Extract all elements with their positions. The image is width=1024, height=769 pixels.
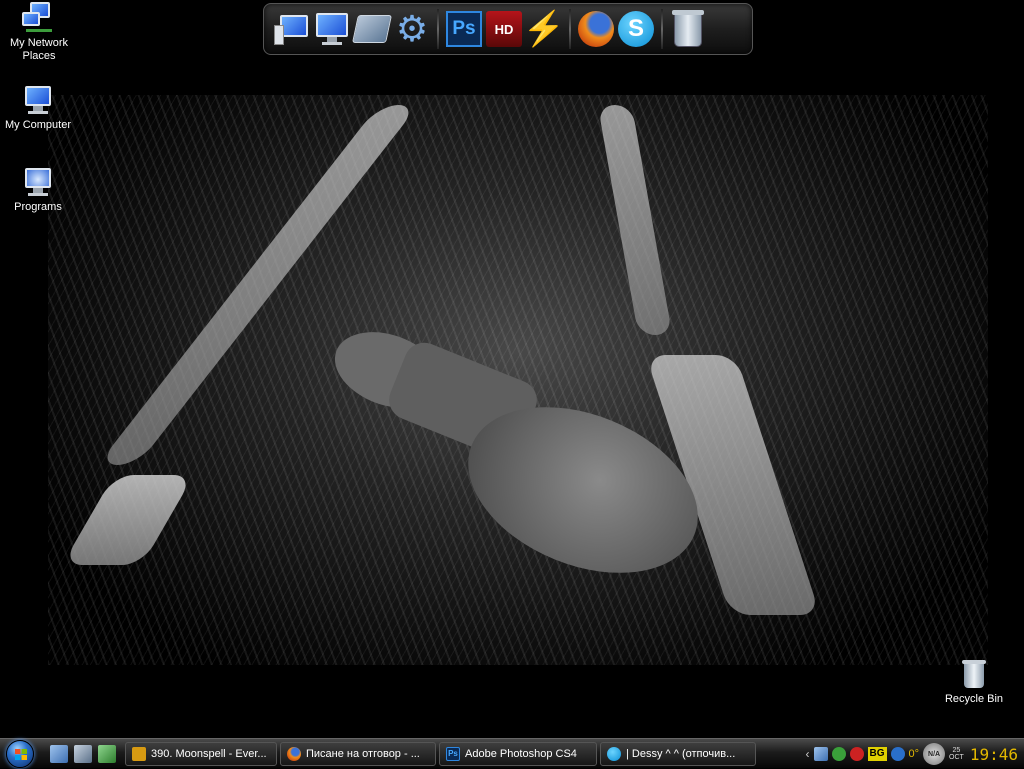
language-indicator[interactable]: BG bbox=[867, 747, 887, 761]
skype-icon bbox=[607, 746, 621, 761]
guitar-case bbox=[324, 318, 723, 605]
dock-separator bbox=[661, 9, 663, 49]
dock-monitor-icon[interactable] bbox=[312, 9, 352, 49]
dock-photoshop-icon[interactable]: Ps bbox=[444, 9, 484, 49]
dock-winamp-icon[interactable]: ⚡ bbox=[523, 9, 565, 49]
desktop: My Network Places My Computer Programs R… bbox=[0, 0, 1024, 738]
taskbar: 390. Moonspell - Ever... Писане на отгов… bbox=[0, 738, 1024, 768]
tray-expand-chevron-icon[interactable]: ‹ bbox=[806, 747, 810, 761]
weather-badge[interactable]: N/A bbox=[923, 743, 946, 765]
media-icon[interactable] bbox=[98, 744, 116, 763]
dock-firefox-icon[interactable] bbox=[576, 9, 616, 49]
photoshop-icon: Ps bbox=[446, 746, 460, 761]
desktop-icon-label: My Network Places bbox=[9, 37, 69, 62]
task-label: Adobe Photoshop CS4 bbox=[465, 747, 577, 760]
taskbar-task-skype[interactable]: | Dessy ^ ^ (отпочив... bbox=[600, 741, 756, 766]
dock-gear-icon[interactable]: ⚙ bbox=[392, 9, 432, 49]
tray-date[interactable]: 25 OCT bbox=[949, 747, 964, 761]
dock: ⚙ Ps HD ⚡ S bbox=[263, 3, 753, 55]
bluetooth-icon[interactable] bbox=[890, 747, 905, 761]
dock-hd-video-icon[interactable]: HD bbox=[484, 9, 524, 49]
date-month: OCT bbox=[949, 754, 964, 761]
window-switcher-icon[interactable] bbox=[74, 744, 92, 763]
firefox-icon bbox=[287, 746, 301, 761]
dock-drive-icon[interactable] bbox=[352, 9, 392, 49]
computer-icon bbox=[21, 84, 55, 116]
start-button[interactable] bbox=[0, 739, 40, 769]
desktop-icon-recycle-bin[interactable]: Recycle Bin bbox=[936, 658, 1012, 706]
desktop-icon-label: Programs bbox=[14, 201, 62, 213]
task-label: Писане на отговор - ... bbox=[306, 747, 420, 760]
date-day: 25 bbox=[952, 747, 961, 754]
desktop-icon-my-computer[interactable]: My Computer bbox=[0, 84, 76, 132]
wallpaper bbox=[48, 95, 988, 665]
task-label: | Dessy ^ ^ (отпочив... bbox=[626, 747, 736, 760]
desktop-icon-programs[interactable]: Programs bbox=[0, 166, 76, 214]
dock-skype-icon[interactable]: S bbox=[616, 9, 656, 49]
dock-computer-icon[interactable] bbox=[272, 9, 312, 49]
desktop-icon-network-places[interactable]: My Network Places bbox=[1, 2, 77, 63]
taskbar-task-firefox[interactable]: Писане на отговор - ... bbox=[280, 741, 436, 766]
network-icon[interactable] bbox=[813, 747, 828, 761]
dock-trash-icon[interactable] bbox=[668, 9, 708, 49]
taskbar-task-photoshop[interactable]: Ps Adobe Photoshop CS4 bbox=[439, 741, 597, 766]
programs-icon bbox=[21, 166, 55, 198]
winamp-icon bbox=[132, 746, 146, 761]
blocked-icon[interactable] bbox=[849, 747, 864, 761]
windows-logo-icon bbox=[6, 739, 34, 768]
network-places-icon bbox=[22, 2, 56, 34]
task-label: 390. Moonspell - Ever... bbox=[151, 747, 267, 760]
show-desktop-icon[interactable] bbox=[50, 744, 68, 763]
desktop-icon-label: Recycle Bin bbox=[944, 693, 1004, 705]
clock[interactable]: 19:46 bbox=[970, 745, 1018, 764]
recycle-bin-icon bbox=[957, 658, 991, 690]
dock-separator bbox=[569, 9, 571, 49]
dock-separator bbox=[437, 9, 439, 49]
antivirus-icon[interactable] bbox=[831, 747, 846, 761]
system-tray: ‹ BG 0° N/A 25 OCT 19:46 bbox=[802, 739, 1024, 769]
temperature-readout[interactable]: 0° bbox=[909, 748, 920, 760]
taskbar-task-winamp[interactable]: 390. Moonspell - Ever... bbox=[125, 741, 277, 766]
desktop-icon-label: My Computer bbox=[4, 119, 72, 131]
quick-launch bbox=[40, 744, 122, 763]
